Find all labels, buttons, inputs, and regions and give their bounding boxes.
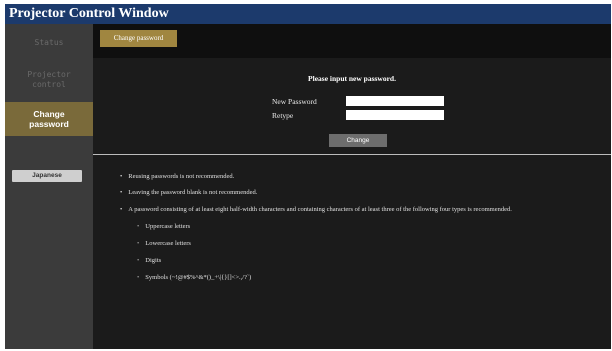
note-subitem-text: Digits (145, 257, 162, 264)
sidebar-item-label: Projector (27, 70, 71, 79)
note-subitem-text: Lowercase letters (145, 240, 191, 247)
note-subitem: • Uppercase letters (137, 222, 190, 231)
note-subitem-text: Symbols (~!@#$%^&*()_+\|{}[]<>.,/?`) (145, 274, 252, 281)
change-button[interactable]: Change (329, 134, 387, 147)
new-password-field[interactable] (346, 96, 444, 106)
sidebar-item-label: Status (34, 38, 64, 47)
note-text: A password consisting of at least eight … (128, 206, 512, 213)
divider (93, 154, 611, 155)
form-heading: Please input new password. (308, 74, 396, 83)
sidebar-item-projector-control[interactable]: Projector control (5, 70, 93, 94)
note-subitem-text: Uppercase letters (145, 223, 191, 230)
tab-change-password[interactable]: Change password (100, 30, 177, 47)
sidebar: Status Projector control Change password… (5, 24, 93, 349)
note-subitem: • Symbols (~!@#$%^&*()_+\|{}[]<>.,/?`) (137, 273, 251, 282)
note-item: • A password consisting of at least eight… (120, 205, 512, 214)
note-item: • Leaving the password blank is not recom… (120, 188, 257, 197)
sidebar-item-label: password (29, 119, 69, 129)
language-button[interactable]: Japanese (12, 170, 82, 182)
sidebar-item-label: control (32, 80, 66, 89)
bullet-icon: • (137, 257, 140, 264)
projector-control-window: Projector Control Window Status Projecto… (5, 4, 611, 349)
note-subitem: • Lowercase letters (137, 239, 191, 248)
title-bar: Projector Control Window (5, 4, 611, 24)
bullet-icon: • (120, 206, 123, 213)
sidebar-item-label: Change (33, 109, 65, 119)
bullet-icon: • (137, 274, 140, 281)
retype-password-field[interactable] (346, 110, 444, 120)
new-password-label: New Password (272, 97, 317, 106)
window-title: Projector Control Window (9, 6, 169, 21)
note-subitem: • Digits (137, 256, 161, 265)
sidebar-item-status[interactable]: Status (5, 38, 93, 52)
bullet-icon: • (137, 240, 140, 247)
bullet-icon: • (137, 223, 140, 230)
main-content: Change password Please input new passwor… (93, 24, 611, 349)
note-item: • Reusing passwords is not recommended. (120, 172, 234, 181)
retype-label: Retype (272, 111, 294, 120)
top-bar: Change password (93, 24, 611, 58)
note-text: Leaving the password blank is not recomm… (128, 189, 258, 196)
bullet-icon: • (120, 189, 123, 196)
sidebar-item-change-password[interactable]: Change password (5, 102, 93, 136)
note-text: Reusing passwords is not recommended. (128, 173, 235, 180)
bullet-icon: • (120, 173, 123, 180)
